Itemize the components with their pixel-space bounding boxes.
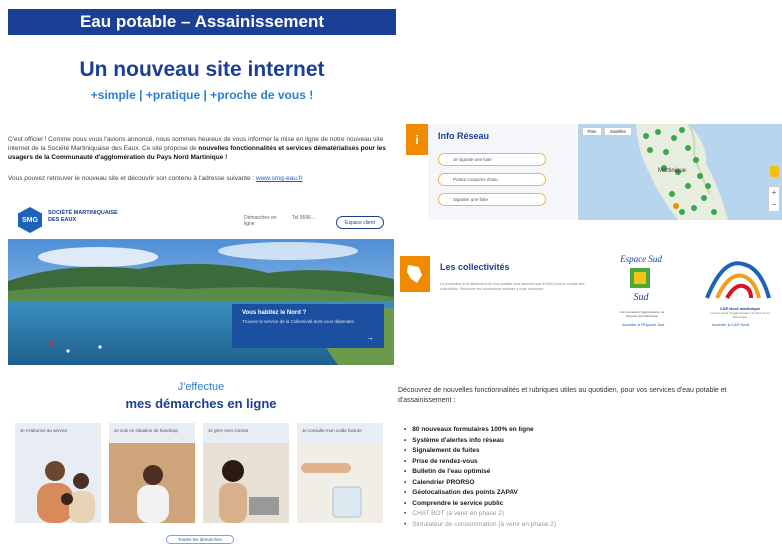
- feature-item: Comprendre le service public: [404, 499, 556, 510]
- page-headline: Un nouveau site internet: [79, 58, 325, 81]
- arrow-right-icon: →: [366, 333, 374, 342]
- espace-sud-link[interactable]: Accéder à l'Espace Sud: [622, 322, 664, 327]
- espace-sud-logo-text: Espace Sud: [619, 254, 662, 264]
- demarche-card-4[interactable]: Je consulte mon solde facture: [297, 423, 383, 523]
- demarche-card-3[interactable]: Je gère mon contrat: [203, 423, 289, 523]
- demarche-card-3-label: Je gère mon contrat: [208, 428, 249, 433]
- website-link[interactable]: www.smg-eau.fr: [256, 175, 303, 182]
- smg-nav-phone[interactable]: Tel 0596 ...: [292, 215, 328, 221]
- feature-item: Simulateur de consommation (à venir en p…: [404, 520, 556, 531]
- page-subline: +simple | +pratique | +proche de vous !: [90, 88, 314, 102]
- feature-item: Système d'alertes info réseau: [404, 436, 556, 447]
- island-icon: [407, 265, 422, 283]
- espace-sud-logo[interactable]: Espace Sud Sud: [616, 250, 666, 312]
- espace-client-button[interactable]: Espace client: [336, 216, 384, 229]
- pegman-icon[interactable]: [770, 166, 779, 177]
- smg-name: SOCIÉTÉ MARTINIQUAISE DES EAUX: [48, 210, 118, 223]
- cap-nord-logo[interactable]: [703, 254, 773, 304]
- all-demarches-button[interactable]: Toutes les démarches: [166, 535, 234, 544]
- collectivites-title: Les collectivités: [440, 262, 510, 272]
- demarches-line1: J'effectue: [177, 381, 225, 393]
- water-photo: [297, 443, 383, 523]
- hero-card[interactable]: Vous habitez le Nord ? Trouvez le servic…: [232, 304, 384, 348]
- demarches-line2: mes démarches en ligne: [125, 396, 277, 411]
- demarche-card-2[interactable]: Je suis en situation de handicap: [109, 423, 195, 523]
- map-satellite-button[interactable]: Satellite: [604, 127, 632, 136]
- map-plan-button[interactable]: Plan: [582, 127, 602, 136]
- svg-text:Sud: Sud: [634, 292, 650, 303]
- info-reseau-button-2[interactable]: Portes coupures d'eau: [438, 173, 546, 186]
- info-icon: i: [406, 124, 428, 155]
- intro-link-paragraph: Vous pouvez retrouver le nouveau site et…: [8, 174, 398, 183]
- collectivites-icon: [400, 256, 430, 292]
- info-reseau-title: Info Réseau: [438, 131, 490, 141]
- feature-item: Calendrier PRORSO: [404, 478, 556, 489]
- espace-sud-caption: Communauté d'Agglomération de l'Espace S…: [619, 310, 665, 318]
- info-reseau-button-3[interactable]: Signaler une fuite: [438, 193, 546, 206]
- demarche-card-1-label: Je m'abonne au service: [20, 428, 68, 433]
- smg-nav-demarches[interactable]: Démarches en ligne: [244, 215, 284, 227]
- feature-item: Prise de rendez-vous: [404, 457, 556, 468]
- family-photo: [37, 461, 95, 523]
- collectivites-text: La production et la distribution de l'ea…: [440, 282, 585, 291]
- feature-item: Bulletin de l'eau optimisé: [404, 467, 556, 478]
- cap-nord-subcaption: Communauté d'agglomération du Pays Nord …: [710, 311, 770, 319]
- cap-nord-caption: CAP Nord martinique Communauté d'agglomé…: [704, 306, 776, 319]
- laptop-photo: [203, 443, 289, 523]
- child-photo: [109, 443, 195, 523]
- cap-nord-link[interactable]: Accéder à CAP Nord: [712, 322, 749, 327]
- map-label: Martinique: [658, 168, 687, 174]
- demarche-card-4-label: Je consulte mon solde facture: [302, 428, 362, 433]
- intro-link-text: Vous pouvez retrouver le nouveau site et…: [8, 175, 257, 182]
- page-banner: Eau potable – Assainissement: [8, 9, 396, 35]
- feature-item: Signalement de fuites: [404, 446, 556, 457]
- feature-item: CHAT BOT (à venir en phase 2): [404, 509, 556, 520]
- demarche-card-1[interactable]: Je m'abonne au service: [15, 423, 101, 523]
- intro-paragraph: C'est officiel ! Comme nous vous l'avion…: [8, 135, 398, 162]
- feature-item: 80 nouveaux formulaires 100% en ligne: [404, 425, 556, 436]
- features-list: 80 nouveaux formulaires 100% en ligne Sy…: [404, 425, 556, 530]
- info-reseau-button-1[interactable]: Je signale une fuite: [438, 153, 546, 166]
- features-intro: Découvrez de nouvelles fonctionnalités e…: [398, 387, 727, 404]
- hero-card-subtitle: Trouvez le service de la Collectivité do…: [242, 319, 355, 324]
- demarche-card-2-label: Je suis en situation de handicap: [114, 428, 179, 433]
- hero-card-title: Vous habitez le Nord ?: [242, 310, 307, 316]
- feature-item: Géolocalisation des points ZAPAV: [404, 488, 556, 499]
- zoom-control[interactable]: + −: [768, 186, 780, 212]
